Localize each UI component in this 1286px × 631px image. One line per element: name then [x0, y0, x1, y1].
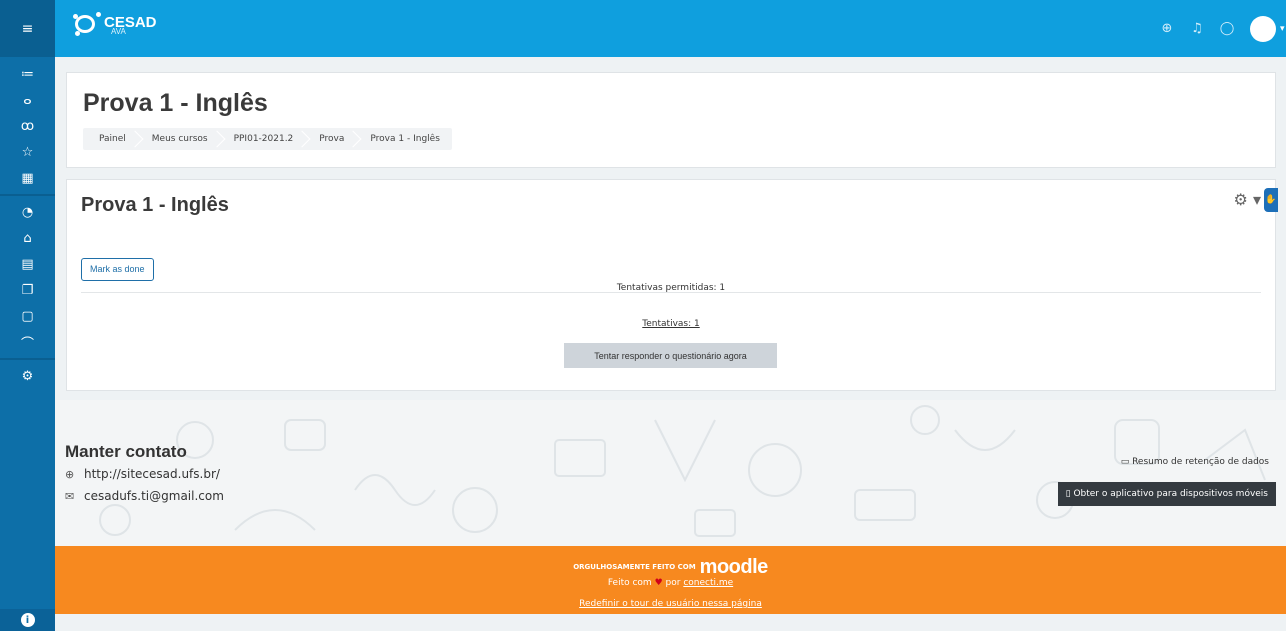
- accessibility-icon: i: [20, 613, 35, 627]
- envelope-icon: ✉: [65, 489, 75, 503]
- breadcrumb-item-course[interactable]: PPI01-2021.2: [220, 128, 306, 150]
- site-link[interactable]: ⊕ http://sitecesad.ufs.br/: [65, 467, 220, 481]
- gear-icon[interactable]: ⚙ ▾: [1234, 190, 1261, 209]
- moodle-logo[interactable]: moodle: [700, 557, 769, 577]
- rail-divider-2: [0, 358, 55, 360]
- language-icon[interactable]: ⊕: [1152, 21, 1182, 36]
- breadcrumb-item-prova[interactable]: Prova: [305, 128, 356, 150]
- attempts-link[interactable]: Tentativas: 1: [67, 319, 1275, 329]
- made-with-moodle: ORGULHOSAMENTE FEITO COM moodle: [55, 557, 1286, 577]
- grades-icon[interactable]: ▦: [0, 165, 55, 191]
- menu-icon[interactable]: ≡: [0, 0, 55, 57]
- made-by-mid: por: [665, 578, 681, 588]
- badges-icon[interactable]: ꝏ: [0, 113, 55, 139]
- attempts-allowed-text: Tentativas permitidas: 1: [616, 283, 726, 293]
- site-url[interactable]: http://sitecesad.ufs.br/: [84, 467, 220, 481]
- footer-doodle-background: [99, 405, 1266, 537]
- graduation-icon[interactable]: ⌒: [0, 329, 55, 355]
- quiz-card: Prova 1 - Inglês ⚙ ▾ ✋ Mark as done Tent…: [66, 179, 1278, 391]
- cesad-logo-icon: [73, 12, 101, 36]
- side-rail: ≡ ≔ ⴰ ꝏ ☆ ▦ ◔ ⌂ ▤ ❐ ▢ ⌒ ⚙ i: [0, 0, 55, 631]
- data-retention-link[interactable]: ▭ Resumo de retenção de dados: [1121, 457, 1269, 467]
- data-retention-label[interactable]: Resumo de retenção de dados: [1132, 457, 1269, 467]
- rail-divider: [0, 194, 55, 196]
- made-by-line: Feito com ♥ por conecti.me: [55, 578, 1286, 588]
- folder-icon: ▭: [1120, 457, 1130, 467]
- rail-group-2: ◔ ⌂ ▤ ❐ ▢ ⌒: [0, 199, 55, 355]
- settings-icon[interactable]: ⚙: [0, 363, 55, 389]
- globe-icon: ⊕: [65, 467, 75, 481]
- mobile-app-label: Obter o aplicativo para dispositivos móv…: [1073, 489, 1268, 499]
- breadcrumb-item-painel[interactable]: Painel: [83, 128, 138, 150]
- mobile-app-button[interactable]: ▯ Obter o aplicativo para dispositivos m…: [1057, 482, 1276, 506]
- conecti-link[interactable]: conecti.me: [683, 578, 733, 588]
- messages-icon[interactable]: ◯: [1212, 21, 1242, 36]
- breadcrumb: Painel Meus cursos PPI01-2021.2 Prova Pr…: [83, 128, 452, 150]
- breadcrumb-item-meus-cursos[interactable]: Meus cursos: [138, 128, 220, 150]
- attempt-quiz-button[interactable]: Tentar responder o questionário agora: [564, 343, 777, 368]
- notifications-icon[interactable]: ♫: [1182, 21, 1212, 36]
- email-address[interactable]: cesadufs.ti@gmail.com: [84, 489, 224, 503]
- calendar-icon[interactable]: ▤: [0, 251, 55, 277]
- made-by-prefix: Feito com: [607, 578, 652, 588]
- chevron-down-icon[interactable]: ▾: [1280, 24, 1286, 34]
- mobile-icon: ▯: [1065, 489, 1071, 499]
- accessibility-button[interactable]: i: [0, 609, 55, 631]
- navbar-actions: ⊕ ♫ ◯ ▾: [1152, 0, 1286, 57]
- avatar[interactable]: [1250, 15, 1276, 42]
- page-title: Prova 1 - Inglês: [83, 89, 268, 117]
- logo-subtitle: AVA: [111, 27, 126, 36]
- courses-icon[interactable]: ▢: [0, 303, 55, 329]
- top-navbar: CESAD AVA ⊕ ♫ ◯ ▾: [55, 0, 1286, 57]
- page-header: Prova 1 - Inglês Painel Meus cursos PPI0…: [66, 72, 1276, 168]
- heart-icon: ♥: [654, 578, 663, 588]
- files-icon[interactable]: ❐: [0, 277, 55, 303]
- made-with-prefix: ORGULHOSAMENTE FEITO COM: [573, 563, 696, 571]
- list-icon[interactable]: ≔: [0, 61, 55, 87]
- reset-tour-link[interactable]: Redefinir o tour de usuário nessa página: [55, 599, 1286, 609]
- page-footer: Manter contato ⊕ http://sitecesad.ufs.br…: [55, 400, 1286, 546]
- star-icon[interactable]: ☆: [0, 139, 55, 165]
- dashboard-icon[interactable]: ◔: [0, 199, 55, 225]
- rail-group-1: ≔ ⴰ ꝏ ☆ ▦: [0, 57, 55, 191]
- email-link[interactable]: ✉ cesadufs.ti@gmail.com: [65, 489, 224, 503]
- accessibility-widget-icon[interactable]: ✋: [1264, 188, 1278, 212]
- activity-title: Prova 1 - Inglês: [81, 194, 229, 216]
- mark-as-done-button[interactable]: Mark as done: [81, 258, 154, 281]
- participants-icon[interactable]: ⴰ: [0, 87, 55, 113]
- contact-title: Manter contato: [65, 442, 187, 461]
- breadcrumb-item-current[interactable]: Prova 1 - Inglês: [356, 128, 451, 150]
- footer-credits: ORGULHOSAMENTE FEITO COM moodle Feito co…: [55, 546, 1286, 614]
- home-icon[interactable]: ⌂: [0, 225, 55, 251]
